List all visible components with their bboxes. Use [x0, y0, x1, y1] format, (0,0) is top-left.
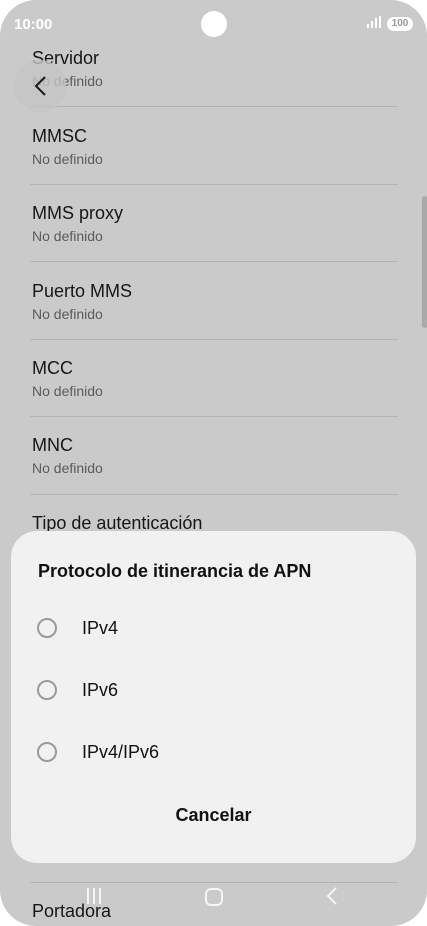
option-ipv6[interactable]: IPv6 [11, 663, 416, 719]
option-label: IPv4/IPv6 [82, 742, 160, 762]
navigation-bar [0, 870, 427, 926]
option-label: IPv6 [82, 680, 119, 700]
cancel-button[interactable]: Cancelar [11, 805, 416, 826]
dialog-title: Protocolo de itinerancia de APN [38, 561, 312, 581]
battery-icon: 100 [387, 17, 413, 31]
home-icon[interactable] [205, 888, 223, 906]
status-time: 10:00 [14, 16, 53, 33]
phone-screen: Servidor No definido MMSC No definido MM… [0, 0, 427, 926]
option-ipv4[interactable]: IPv4 [11, 601, 416, 657]
radio-button[interactable] [37, 680, 57, 700]
option-label: IPv4 [82, 618, 119, 638]
back-icon[interactable] [326, 886, 338, 911]
front-camera [201, 11, 227, 37]
radio-button[interactable] [37, 742, 57, 762]
status-bar: 10:00 100 [0, 0, 427, 46]
roaming-protocol-dialog: Protocolo de itinerancia de APN IPv4 IPv… [11, 531, 416, 863]
radio-button[interactable] [37, 618, 57, 638]
recent-apps-icon[interactable] [87, 888, 105, 909]
signal-icon [367, 16, 381, 31]
option-ipv4-ipv6[interactable]: IPv4/IPv6 [11, 725, 416, 781]
